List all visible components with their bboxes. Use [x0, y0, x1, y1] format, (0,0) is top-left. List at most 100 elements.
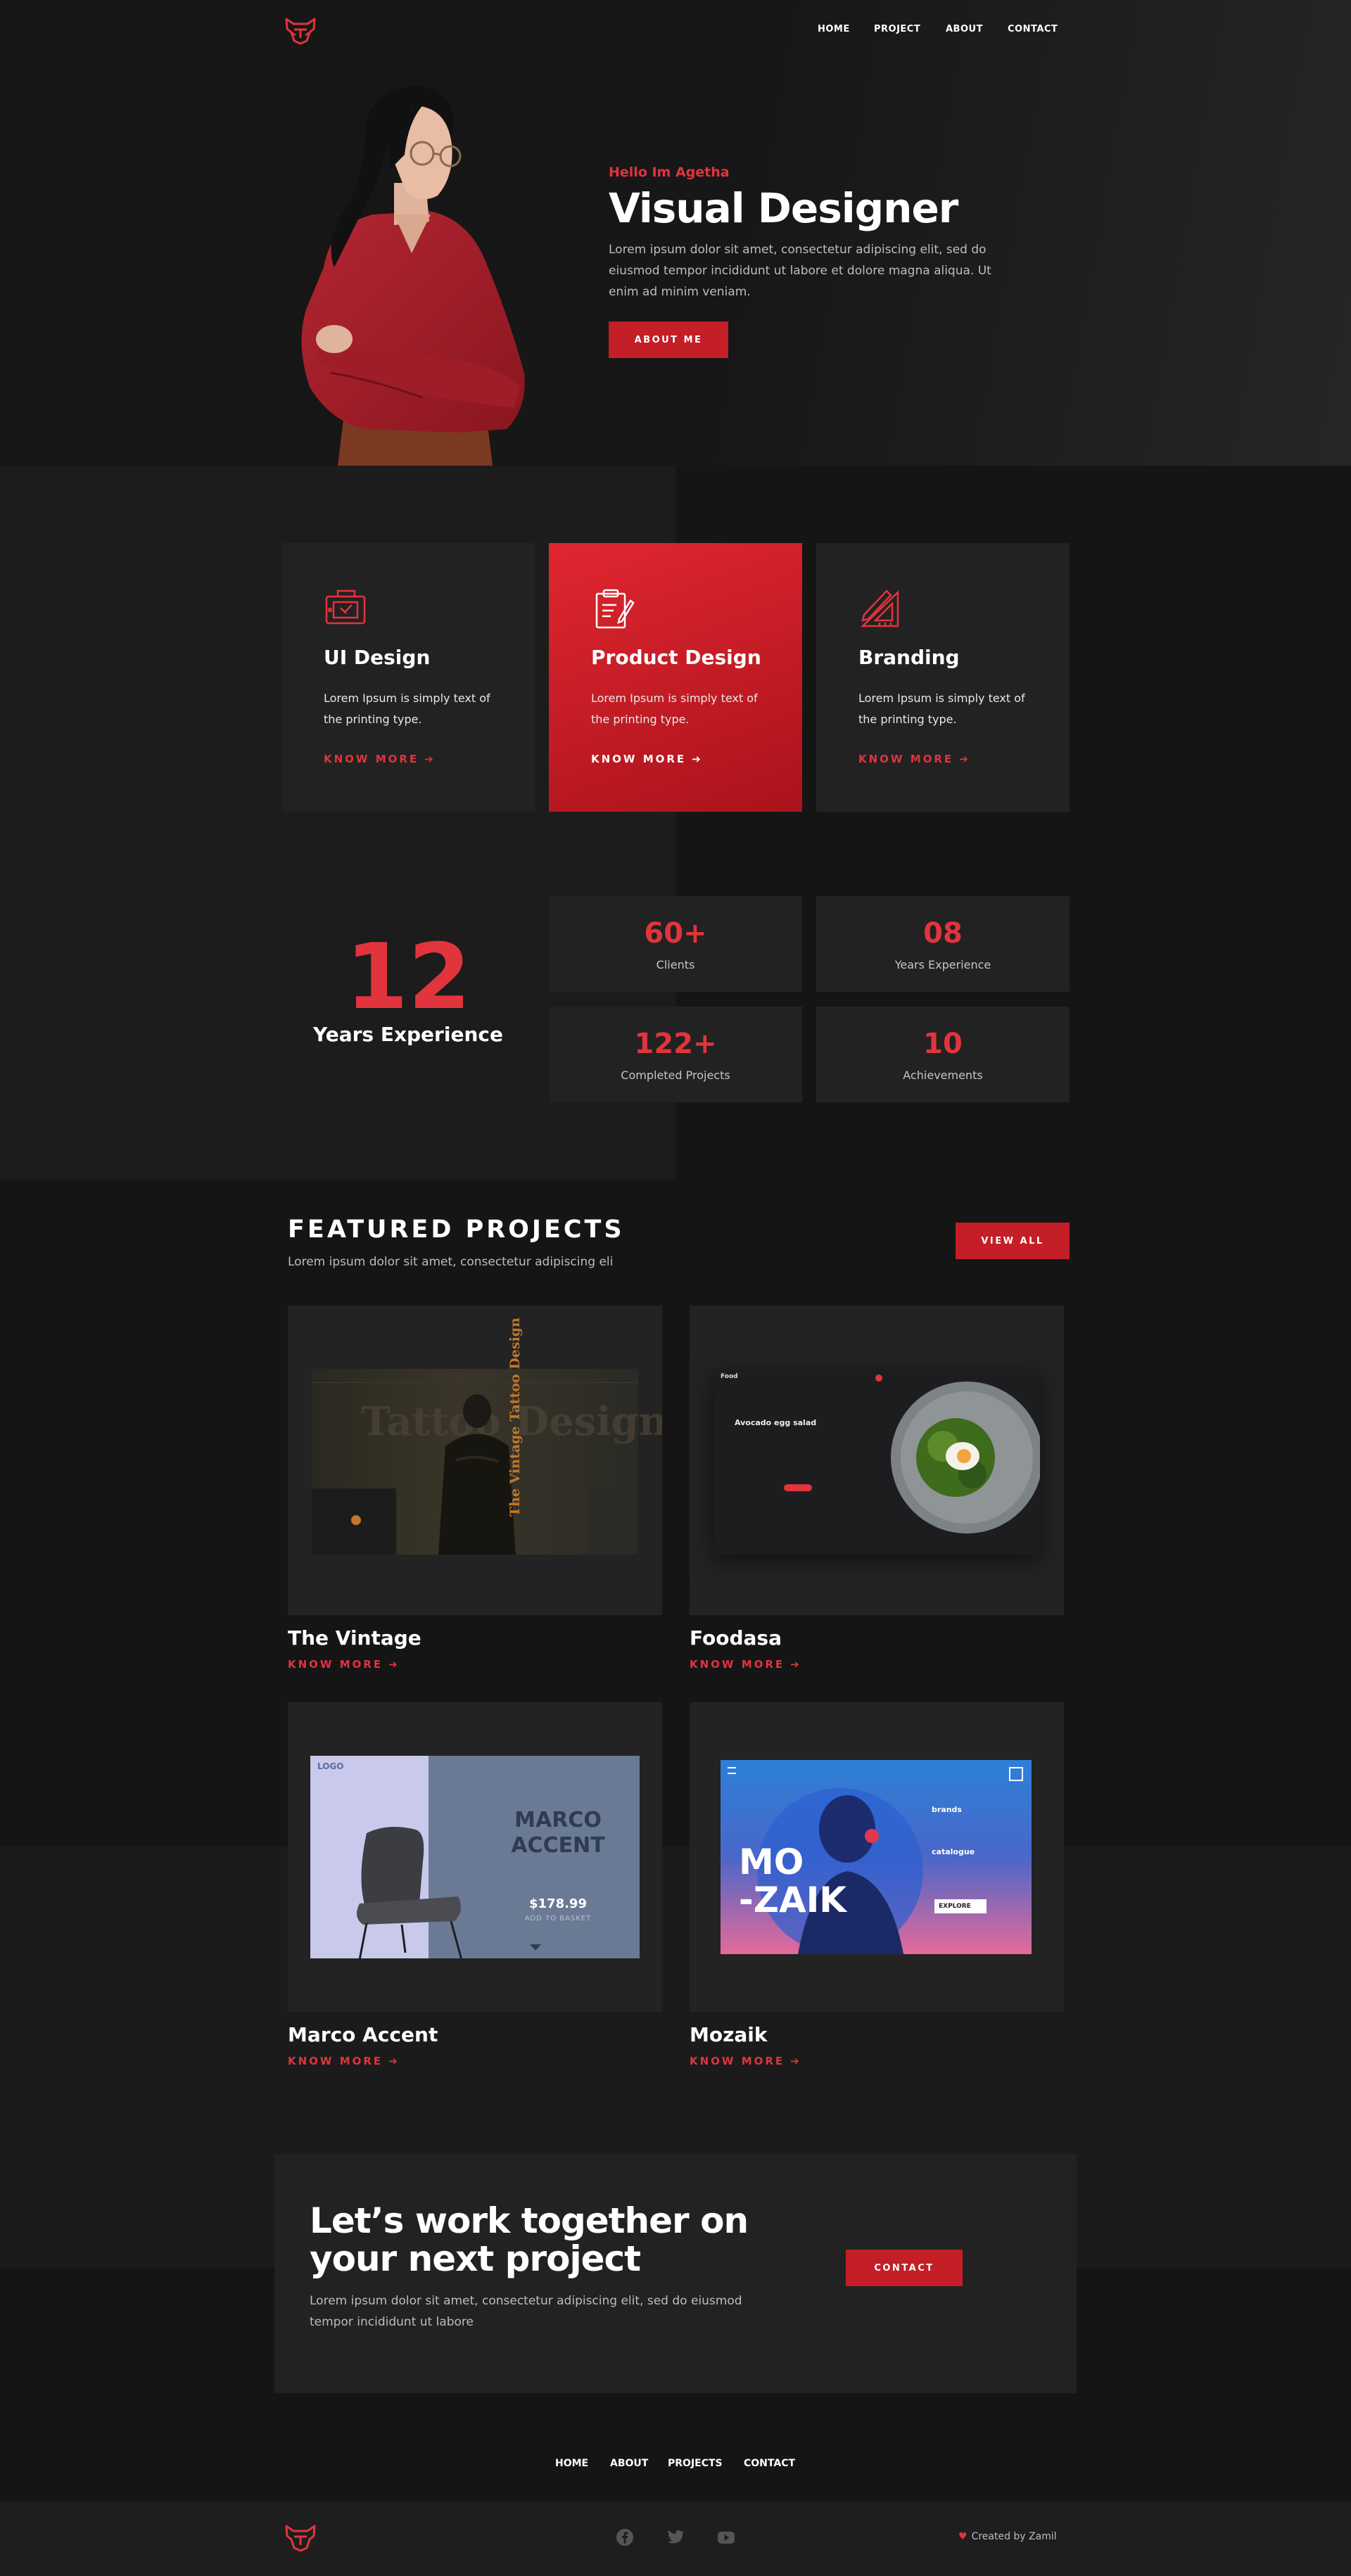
- know-more-link[interactable]: KNOW MORE ➔: [690, 2055, 801, 2067]
- know-more-label: KNOW MORE: [690, 2055, 785, 2067]
- footer-nav-contact[interactable]: CONTACT: [744, 2458, 795, 2469]
- mockup-dot: [351, 1515, 361, 1525]
- service-text: Lorem Ipsum is simply text of the printi…: [324, 691, 490, 726]
- mockup-topbar: [312, 1369, 638, 1383]
- know-more-label: KNOW MORE: [324, 753, 419, 765]
- service-card-ui-design[interactable]: UI Design Lorem Ipsum is simply text of …: [281, 543, 535, 812]
- marco-mockup: LOGO MARCO ACCENT $178.99 ADD TO BASKET: [310, 1756, 640, 1960]
- mockup-title-1: MARCO: [514, 1808, 602, 1832]
- credit: ♥ Created by Zamil: [958, 2531, 1057, 2542]
- cta-section: Let’s work together on your next project…: [274, 2154, 1077, 2393]
- stat-label: Clients: [656, 958, 695, 971]
- hero-description: Lorem ipsum dolor sit amet, consectetur …: [609, 243, 991, 299]
- know-more-label: KNOW MORE: [591, 753, 687, 765]
- know-more-label: KNOW MORE: [858, 753, 954, 765]
- footer-nav-projects[interactable]: PROJECTS: [668, 2458, 723, 2469]
- arrow-right-icon: ➔: [692, 753, 703, 765]
- know-more-link[interactable]: KNOW MORE ➔: [288, 2055, 400, 2067]
- mockup-order-button: [784, 1484, 812, 1491]
- stat-projects: 122+ Completed Projects: [549, 1007, 802, 1102]
- stat-label: Achievements: [903, 1069, 983, 1082]
- youtube-icon[interactable]: [715, 2526, 737, 2549]
- logo-icon[interactable]: [283, 17, 318, 45]
- footer-nav-home[interactable]: HOME: [555, 2458, 588, 2469]
- featured-title: FEATURED PROJECTS: [288, 1216, 625, 1244]
- hero-portrait: [281, 77, 535, 466]
- service-title: Branding: [858, 646, 960, 669]
- stat-label: Completed Projects: [621, 1069, 730, 1082]
- service-card-branding[interactable]: Branding Lorem Ipsum is simply text of t…: [816, 543, 1070, 812]
- facebook-icon[interactable]: [614, 2526, 636, 2549]
- mockup-down-arrow-icon: [530, 1944, 541, 1951]
- project-thumb-marco[interactable]: LOGO MARCO ACCENT $178.99 ADD TO BASKET: [288, 1702, 662, 2012]
- project-thumb-mozaik[interactable]: MO -ZAIK brands catalogue EXPLORE: [690, 1702, 1064, 2012]
- mockup-brand: Food: [721, 1373, 738, 1380]
- footer-bar: ♥ Created by Zamil: [0, 2501, 1351, 2576]
- project-thumb-foodasa[interactable]: Food Avocado egg salad: [690, 1306, 1064, 1615]
- armchair: [357, 1827, 463, 1960]
- credit-text: Created by Zamil: [971, 2531, 1057, 2542]
- mockup-title-1: MO: [739, 1842, 804, 1882]
- mockup-add-to-basket: ADD TO BASKET: [524, 1915, 592, 1923]
- mockup-title-2: ACCENT: [511, 1833, 605, 1858]
- mockup-logo: LOGO: [317, 1761, 344, 1771]
- hero-background: [0, 0, 1351, 466]
- project-name: Mozaik: [690, 2023, 768, 2046]
- view-all-button[interactable]: VIEW ALL: [956, 1223, 1070, 1259]
- hero-title: Visual Designer: [609, 184, 958, 232]
- twitter-icon[interactable]: [664, 2526, 687, 2549]
- contact-button[interactable]: CONTACT: [846, 2250, 963, 2286]
- project-name: Foodasa: [690, 1626, 782, 1650]
- mozaik-mockup: MO -ZAIK brands catalogue EXPLORE: [721, 1760, 1032, 1954]
- service-card-product-design[interactable]: Product Design Lorem Ipsum is simply tex…: [549, 543, 802, 812]
- experience-label: Years Experience: [313, 1023, 503, 1046]
- nav-project[interactable]: PROJECT: [874, 24, 920, 34]
- know-more-link[interactable]: KNOW MORE ➔: [324, 753, 436, 765]
- hero-greeting: Hello Im Agetha: [609, 165, 730, 180]
- service-title: Product Design: [591, 646, 761, 669]
- footer-logo-icon[interactable]: [283, 2524, 318, 2555]
- stat-value: 60+: [644, 917, 707, 950]
- about-me-button[interactable]: ABOUT ME: [609, 321, 728, 358]
- stat-years: 08 Years Experience: [816, 896, 1070, 992]
- know-more-label: KNOW MORE: [288, 2055, 383, 2067]
- stat-value: 122+: [634, 1028, 717, 1060]
- know-more-link[interactable]: KNOW MORE ➔: [858, 753, 970, 765]
- mockup-explore-button: EXPLORE: [934, 1899, 987, 1913]
- know-more-link[interactable]: KNOW MORE ➔: [591, 753, 703, 765]
- arrow-right-icon: ➔: [790, 2055, 801, 2067]
- mockup-card: [312, 1488, 396, 1555]
- mockup-brands: brands: [932, 1805, 962, 1814]
- arrow-right-icon: ➔: [790, 1658, 801, 1671]
- featured-subtitle: Lorem ipsum dolor sit amet, consectetur …: [288, 1255, 614, 1269]
- project-name: The Vintage: [288, 1626, 421, 1650]
- salad-plate: [891, 1382, 1040, 1534]
- mockup-menu-icon: [728, 1767, 736, 1774]
- nav-home[interactable]: HOME: [818, 24, 850, 34]
- mockup-catalogue: catalogue: [932, 1847, 975, 1856]
- foodasa-mockup: Food Avocado egg salad: [713, 1369, 1040, 1555]
- nav-about[interactable]: ABOUT: [946, 24, 983, 34]
- nav-contact[interactable]: CONTACT: [1008, 24, 1058, 34]
- mockup-dish-title: Avocado egg salad: [735, 1418, 817, 1427]
- project-thumb-vintage[interactable]: Tattoo Design The Vintage Tattoo Design: [288, 1306, 662, 1615]
- arrow-right-icon: ➔: [388, 2055, 400, 2067]
- clipboard-icon: [591, 587, 635, 630]
- arrow-right-icon: ➔: [388, 1658, 400, 1671]
- know-more-label: KNOW MORE: [690, 1658, 785, 1671]
- service-text: Lorem Ipsum is simply text of the printi…: [591, 691, 758, 726]
- stat-value: 08: [923, 917, 963, 950]
- arrow-right-icon: ➔: [424, 753, 436, 765]
- ruler-pencil-icon: [858, 587, 902, 630]
- arrow-right-icon: ➔: [959, 753, 970, 765]
- mockup-price: $178.99: [529, 1896, 587, 1911]
- footer-nav-about[interactable]: ABOUT: [610, 2458, 648, 2469]
- know-more-link[interactable]: KNOW MORE ➔: [690, 1658, 801, 1671]
- service-text: Lorem Ipsum is simply text of the printi…: [858, 691, 1025, 726]
- know-more-link[interactable]: KNOW MORE ➔: [288, 1658, 400, 1671]
- mockup-search-icon: [1009, 1767, 1023, 1781]
- mockup-title-2: -ZAIK: [739, 1880, 847, 1920]
- stat-clients: 60+ Clients: [549, 896, 802, 992]
- service-title: UI Design: [324, 646, 431, 669]
- stat-value: 10: [923, 1028, 963, 1060]
